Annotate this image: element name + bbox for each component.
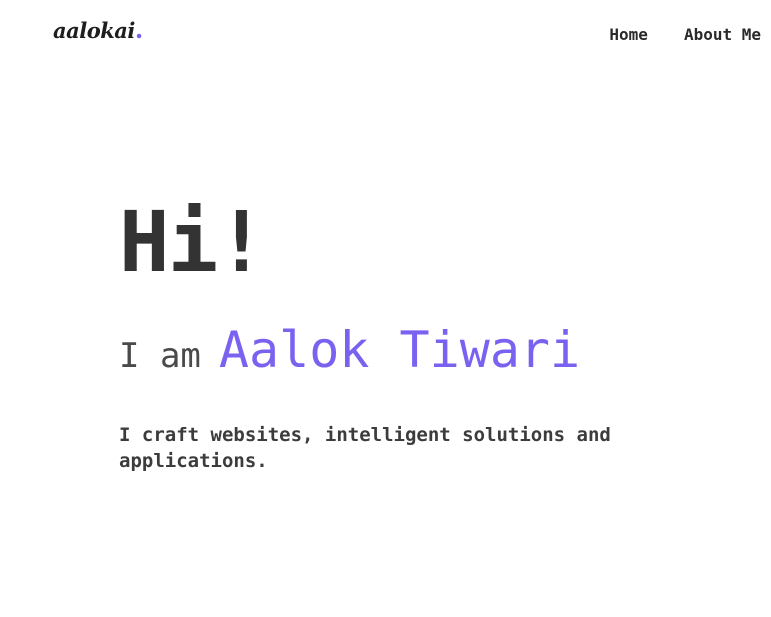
main-nav: Home About Me: [609, 25, 761, 44]
hero-tagline: I craft websites, intelligent solutions …: [119, 424, 611, 472]
hero-greeting: Hi!: [119, 193, 267, 291]
site-header: aalokai . Home About Me: [0, 0, 771, 70]
hero-section: Hi! I am Aalok Tiwari I craft websites, i…: [119, 192, 739, 474]
hero-name: Aalok Tiwari: [218, 321, 581, 379]
intro-prefix: I am: [119, 336, 201, 376]
nav-home[interactable]: Home: [609, 25, 648, 44]
nav-about-me[interactable]: About Me: [684, 25, 761, 44]
logo[interactable]: aalokai .: [53, 18, 143, 44]
logo-text: aalokai: [53, 18, 135, 43]
hero-intro: I am Aalok Tiwari: [119, 320, 739, 392]
